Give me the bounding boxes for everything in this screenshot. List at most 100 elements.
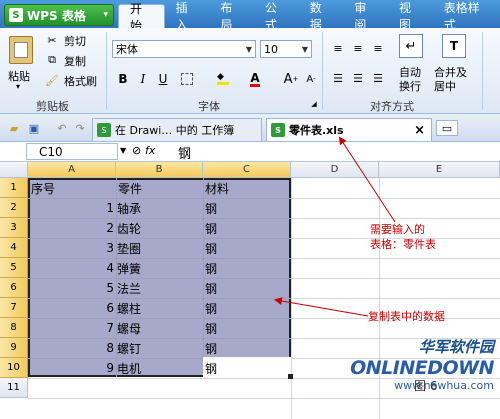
row-header-7[interactable]: 7 [0, 298, 28, 318]
table-row-material[interactable]: 钢 [205, 258, 217, 278]
table-row-part[interactable]: 弹簧 [117, 258, 141, 278]
copy-button[interactable]: ⧉ 复制 [44, 52, 96, 68]
border-button[interactable] [178, 70, 196, 88]
table-row-number[interactable]: 7 [100, 318, 116, 338]
tab-home[interactable]: 开始 [118, 2, 165, 33]
chevron-down-icon[interactable]: ▼ [120, 146, 126, 155]
cell-c1[interactable]: 材料 [205, 178, 229, 198]
underline-button[interactable]: U [154, 70, 172, 88]
merge-cells-icon: T [442, 34, 466, 58]
table-row-material[interactable]: 钢 [205, 218, 217, 238]
column-header-d[interactable]: D [291, 162, 379, 178]
table-row-part[interactable]: 电机 [117, 358, 141, 378]
formula-input[interactable]: 钢 [178, 143, 191, 162]
dialog-launcher-icon[interactable]: ◢ [310, 100, 318, 108]
row-header-4[interactable]: 4 [0, 238, 28, 258]
tab-data[interactable]: 数据 [299, 1, 344, 32]
chevron-down-icon: ▼ [301, 44, 309, 54]
wps-menu-button[interactable]: S WPS 表格 ▾ [4, 4, 114, 26]
italic-button[interactable]: I [134, 70, 152, 88]
table-row-material[interactable]: 钢 [205, 338, 217, 358]
table-row-number[interactable]: 6 [100, 298, 116, 318]
tab-view[interactable]: 视图 [388, 1, 433, 32]
merge-center-button[interactable]: T 合并及 居中 [432, 34, 478, 96]
cell-a1[interactable]: 序号 [31, 178, 55, 198]
row-header-6[interactable]: 6 [0, 278, 28, 298]
fill-handle[interactable] [288, 374, 293, 379]
save-icon[interactable]: ▣ [26, 120, 42, 136]
format-painter-button[interactable]: 🖌 格式刷 [44, 72, 104, 89]
cut-button[interactable]: ✂ 剪切 [44, 32, 96, 49]
tab-formulas[interactable]: 公式 [254, 1, 299, 32]
close-icon[interactable]: × [414, 123, 425, 138]
open-folder-icon[interactable]: ▰ [6, 120, 22, 136]
table-row-material[interactable]: 钢 [205, 238, 217, 258]
table-row-material[interactable]: 钢 [205, 278, 217, 298]
doc-tab-workbook[interactable]: S 在 Drawi… 中的 工作簿 [92, 118, 262, 141]
select-all-corner[interactable] [0, 162, 28, 178]
zoom-icon[interactable]: ⊘ [132, 144, 141, 157]
bold-button[interactable]: B [114, 70, 132, 88]
wrap-text-button[interactable]: ↵ 自动 换行 [394, 34, 428, 96]
table-row-part[interactable]: 法兰 [117, 278, 141, 298]
column-header-e[interactable]: E [379, 162, 500, 178]
tab-layout[interactable]: 布局 [209, 1, 254, 32]
table-row-number[interactable]: 5 [100, 278, 116, 298]
table-row-material[interactable]: 钢 [205, 198, 217, 218]
tab-insert[interactable]: 插入 [165, 1, 210, 32]
copy-label: 复制 [64, 55, 86, 68]
name-box[interactable]: C10 [26, 143, 118, 160]
row-header-10[interactable]: 10 [0, 358, 28, 378]
font-size-select[interactable]: 10 ▼ [260, 40, 312, 58]
row-header-11[interactable]: 11 [0, 378, 28, 398]
grow-font-button[interactable]: A + [282, 70, 300, 88]
table-row-material[interactable]: 钢 [205, 318, 217, 338]
font-color-button[interactable]: A [246, 70, 264, 88]
paste-button[interactable]: 粘贴 ▾ [6, 34, 36, 94]
table-row-number[interactable]: 1 [100, 198, 116, 218]
row-header-9[interactable]: 9 [0, 338, 28, 358]
table-row-part[interactable]: 齿轮 [117, 218, 141, 238]
font-name-select[interactable]: 宋体 ▼ [112, 40, 256, 58]
font-name-value: 宋体 [116, 43, 138, 56]
table-row-part[interactable]: 螺母 [117, 318, 141, 338]
align-middle-icon[interactable]: ≡ [350, 40, 366, 56]
table-row-material[interactable]: 钢 [205, 358, 217, 378]
column-header-a[interactable]: A [28, 162, 116, 178]
cell-b1[interactable]: 零件 [118, 178, 142, 198]
grid-line [28, 318, 291, 319]
table-row-number[interactable]: 4 [100, 258, 116, 278]
tab-table-style[interactable]: 表格样式 [433, 1, 500, 32]
align-left-icon[interactable]: ☰ [330, 70, 346, 86]
new-tab-icon[interactable]: ▭ [436, 120, 458, 136]
shrink-font-button[interactable]: A- [302, 70, 320, 88]
table-row-number[interactable]: 9 [100, 358, 116, 378]
row-header-5[interactable]: 5 [0, 258, 28, 278]
table-row-number[interactable]: 8 [100, 338, 116, 358]
redo-icon[interactable]: ↷ [72, 120, 88, 136]
align-bottom-icon[interactable]: ≡ [370, 40, 386, 56]
fill-color-button[interactable]: ◆ [214, 70, 232, 88]
table-row-part[interactable]: 螺钉 [117, 338, 141, 358]
doc-tab-parts-table[interactable]: S 零件表.xls × [266, 118, 432, 141]
column-header-b[interactable]: B [116, 162, 203, 178]
align-center-icon[interactable]: ☰ [350, 70, 366, 86]
table-row-part[interactable]: 螺柱 [117, 298, 141, 318]
function-icon[interactable]: fx [145, 144, 155, 157]
row-header-2[interactable]: 2 [0, 198, 28, 218]
align-right-icon[interactable]: ☰ [370, 70, 386, 86]
table-row-part[interactable]: 垫圈 [117, 238, 141, 258]
tab-review[interactable]: 审阅 [343, 1, 388, 32]
table-row-number[interactable]: 2 [100, 218, 116, 238]
wrap-text-label-2: 换行 [399, 80, 421, 93]
table-row-part[interactable]: 轴承 [117, 198, 141, 218]
table-row-number[interactable]: 3 [100, 238, 116, 258]
undo-icon[interactable]: ↶ [54, 120, 70, 136]
font-group-label: 字体 [198, 100, 220, 113]
table-row-material[interactable]: 钢 [205, 298, 217, 318]
row-header-3[interactable]: 3 [0, 218, 28, 238]
row-header-8[interactable]: 8 [0, 318, 28, 338]
align-top-icon[interactable]: ≡ [330, 40, 346, 56]
column-header-c[interactable]: C [203, 162, 291, 178]
row-header-1[interactable]: 1 [0, 178, 28, 198]
